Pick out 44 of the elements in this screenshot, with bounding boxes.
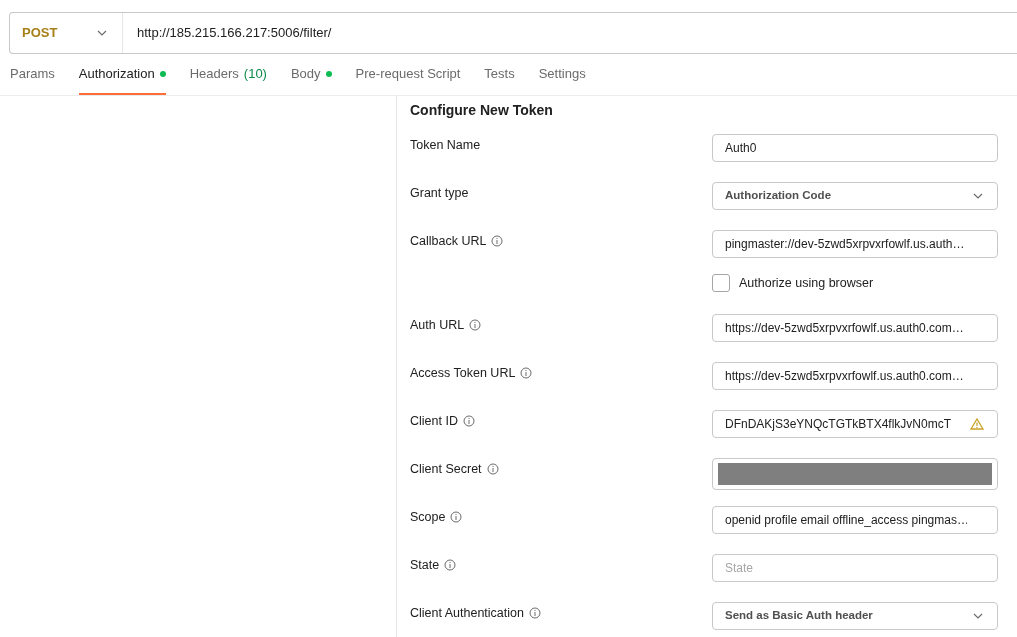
tab-label: Headers	[189, 64, 239, 83]
field-label: Token Name	[410, 137, 481, 154]
password-field[interactable]	[712, 458, 998, 490]
text-field[interactable]: State	[712, 554, 998, 582]
tab[interactable]: Pre-request Script	[355, 54, 461, 95]
tab[interactable]: Body	[290, 54, 332, 95]
select-dropdown[interactable]: Send as Basic Auth header	[712, 602, 998, 630]
tab-label: Authorization	[78, 64, 155, 83]
tab[interactable]: Authorization	[78, 54, 166, 95]
field-label: Grant type	[410, 185, 469, 202]
text-field[interactable]: DFnDAKjS3eYNQcTGTkBTX4flkJvN0mcT	[712, 410, 998, 438]
field-label: Callback URL	[410, 233, 487, 250]
field-label: Client Authentication	[410, 605, 524, 622]
field-label: Client Secret	[410, 461, 482, 478]
url-field[interactable]: http://185.215.166.217:5006/filter/	[137, 23, 1017, 43]
tab[interactable]: Tests	[484, 54, 515, 95]
tab[interactable]: Params	[10, 54, 55, 95]
text-field[interactable]: https://dev-5zwd5xrpvxrfowlf.us.auth0.com…	[712, 314, 998, 342]
field-label: State	[410, 557, 440, 574]
text-field[interactable]: Auth0	[712, 134, 998, 162]
text-field[interactable]: pingmaster://dev-5zwd5xrpvxrfowlf.us.auth…	[712, 230, 998, 258]
field-label: Scope	[410, 509, 446, 526]
chevron-down-icon	[97, 30, 108, 36]
tab-label: Body	[290, 64, 321, 83]
method-dropdown[interactable]: POST	[10, 13, 123, 53]
tab-label: Pre-request Script	[355, 64, 461, 83]
tab[interactable]: Settings	[538, 54, 586, 95]
tab-label: Tests	[484, 64, 515, 83]
field-label: Access Token URL	[410, 365, 516, 382]
field-label: Auth URL	[410, 317, 465, 334]
chevron-down-icon	[973, 613, 983, 619]
request-bar[interactable]: POST http://185.215.166.217:5006/filter/	[9, 12, 1017, 54]
checkbox[interactable]	[712, 274, 730, 293]
field-label: Client ID	[410, 413, 458, 430]
select-dropdown[interactable]: Authorization Code	[712, 182, 998, 210]
tab-label: Settings	[538, 64, 586, 83]
section-title: Configure New Token	[410, 101, 554, 120]
text-field[interactable]: https://dev-5zwd5xrpvxrfowlf.us.auth0.com…	[712, 362, 998, 390]
checkbox-label: Authorize using browser	[739, 275, 874, 292]
tab[interactable]: Headers (10)	[189, 54, 267, 95]
chevron-down-icon	[973, 193, 983, 199]
tab-count: (10)	[243, 64, 267, 83]
tab-label: Params	[10, 64, 55, 83]
text-field[interactable]: openid profile email offline_access pingmas…	[712, 506, 998, 534]
